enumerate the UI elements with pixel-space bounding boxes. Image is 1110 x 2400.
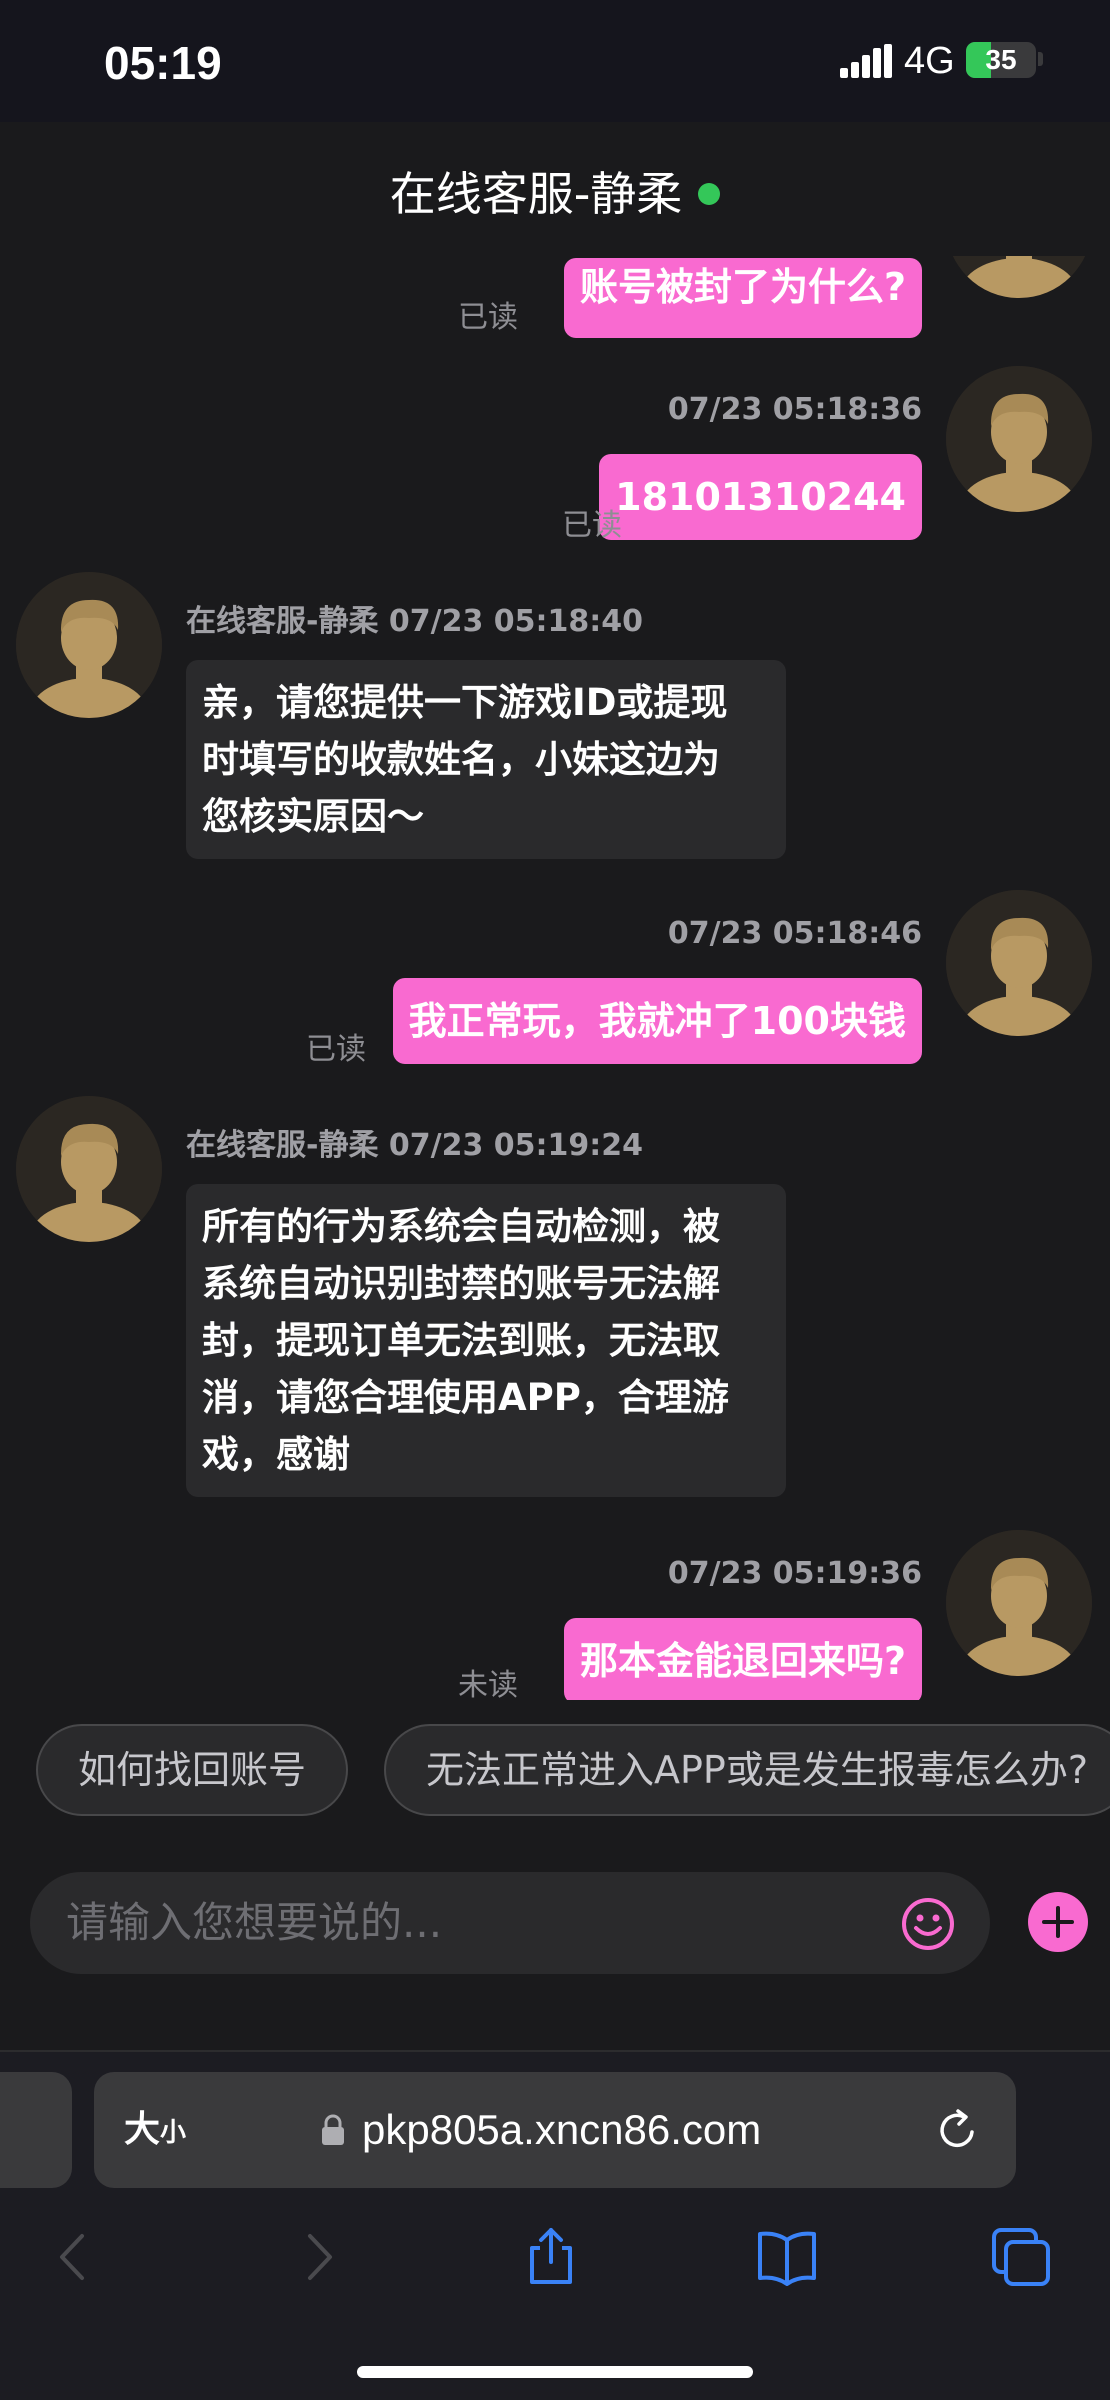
- read-status: 未读: [458, 1668, 518, 1700]
- message-line: 封，提现订单无法到账，无法取: [202, 1319, 720, 1362]
- message-bubble-outgoing[interactable]: 账号被封了为什么?: [563, 258, 922, 338]
- text-size-big: 大: [124, 2109, 161, 2150]
- user-avatar[interactable]: [946, 1530, 1092, 1676]
- quick-reply-app-issue[interactable]: 无法正常进入APP或是发生报毒怎么办?: [384, 1724, 1110, 1816]
- sender-name: 在线客服-静柔: [186, 604, 379, 639]
- agent-name: 在线客服-静柔: [389, 167, 683, 221]
- person-icon: [946, 890, 1092, 1036]
- user-avatar[interactable]: [946, 890, 1092, 1036]
- status-bar: 05:19 4G 35: [0, 0, 1110, 122]
- agent-avatar[interactable]: [16, 572, 162, 718]
- message-timestamp: 07/23 05:18:40: [388, 604, 644, 639]
- message-timestamp: 07/23 05:19:24: [388, 1128, 644, 1163]
- smiley-icon[interactable]: [900, 1896, 956, 1952]
- person-icon: [16, 572, 162, 718]
- message-bubble-incoming[interactable]: 所有的行为系统会自动检测，被 系统自动识别封禁的账号无法解 封，提现订单无法到账…: [186, 1184, 786, 1497]
- message-list[interactable]: 账号被封了为什么? 已读 07/23 05:18:36 18101310244 …: [0, 256, 1110, 1700]
- message-timestamp: 07/23 05:19:36: [667, 1556, 922, 1591]
- person-icon: [16, 1096, 162, 1242]
- read-status: 已读: [306, 1032, 366, 1067]
- forward-icon[interactable]: [286, 2226, 348, 2288]
- text-size-small: 小: [160, 2118, 187, 2148]
- message-sender-line: 在线客服-静柔 07/23 05:19:24: [186, 1120, 643, 1164]
- battery-percent: 35: [985, 44, 1017, 75]
- text-size-button[interactable]: 大小: [124, 2072, 186, 2191]
- message-bubble-incoming[interactable]: 亲，请您提供一下游戏ID或提现 时填写的收款姓名，小妹这边为 您核实原因～: [186, 660, 786, 859]
- message-line: 亲，请您提供一下游戏ID或提现: [202, 681, 728, 724]
- quick-reply-recover-account[interactable]: 如何找回账号: [36, 1724, 349, 1816]
- back-icon[interactable]: [44, 2226, 106, 2288]
- sender-name: 在线客服-静柔: [186, 1128, 379, 1163]
- home-indicator[interactable]: [357, 2366, 753, 2378]
- message-bubble-outgoing[interactable]: 18101310244: [599, 454, 922, 540]
- message-bubble-outgoing[interactable]: 我正常玩，我就冲了100块钱: [392, 978, 922, 1064]
- message-line: 您核实原因～: [202, 795, 424, 838]
- status-time: 05:19: [104, 37, 222, 89]
- message-timestamp: 07/23 05:18:46: [667, 916, 922, 951]
- reload-icon[interactable]: [934, 2106, 982, 2154]
- message-line: 戏，感谢: [202, 1433, 350, 1476]
- url-text: pkp805a.xncn86.com: [362, 2106, 762, 2153]
- message-line: 消，请您合理使用APP，合理游: [202, 1376, 729, 1419]
- add-attachment-button[interactable]: [1028, 1892, 1088, 1952]
- battery-icon: 35: [966, 42, 1036, 78]
- tabs-icon[interactable]: [990, 2226, 1052, 2288]
- agent-avatar[interactable]: [16, 1096, 162, 1242]
- bookmarks-icon[interactable]: [756, 2226, 818, 2288]
- network-type: 4G: [904, 40, 955, 82]
- read-status: 已读: [562, 508, 622, 543]
- address-bar[interactable]: 大小 pkp805a.xncn86.com: [94, 2072, 1016, 2188]
- person-icon: [946, 366, 1092, 512]
- user-avatar[interactable]: [946, 256, 1092, 298]
- online-status-dot: [698, 182, 721, 205]
- message-timestamp: 07/23 05:18:36: [667, 392, 922, 427]
- plus-icon: [1042, 1906, 1074, 1938]
- chat-header: 在线客服-静柔: [0, 122, 1110, 256]
- message-line: 时填写的收款姓名，小妹这边为: [202, 738, 720, 781]
- lock-icon: [322, 2114, 344, 2145]
- message-input-placeholder: 请输入您想要说的...: [66, 1898, 443, 1947]
- cellular-signal-icon: [840, 44, 892, 78]
- browser-toolbar: 大小 pkp805a.xncn86.com: [0, 2050, 1110, 2400]
- message-line: 所有的行为系统会自动检测，被: [202, 1205, 720, 1248]
- previous-tab[interactable]: [0, 2072, 72, 2188]
- share-icon[interactable]: [520, 2224, 582, 2286]
- message-line: 系统自动识别封禁的账号无法解: [202, 1262, 720, 1305]
- user-avatar[interactable]: [946, 366, 1092, 512]
- message-bubble-outgoing[interactable]: 那本金能退回来吗?: [563, 1618, 922, 1700]
- person-icon: [946, 256, 1092, 298]
- read-status: 已读: [458, 300, 518, 335]
- person-icon: [946, 1530, 1092, 1676]
- battery-nub: [1038, 52, 1043, 66]
- message-input[interactable]: 请输入您想要说的...: [30, 1872, 990, 1974]
- message-sender-line: 在线客服-静柔 07/23 05:18:40: [186, 596, 643, 640]
- chat-title: 在线客服-静柔: [0, 158, 1110, 224]
